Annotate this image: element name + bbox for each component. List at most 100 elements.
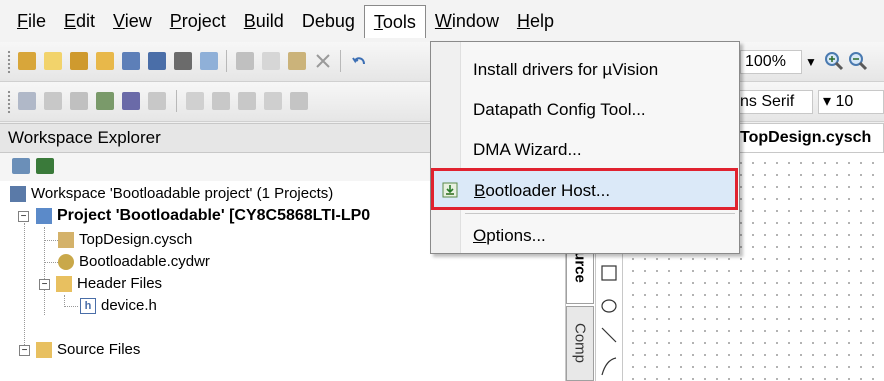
zoom-out-glyph-icon bbox=[849, 52, 868, 71]
menu-tools[interactable]: Tools bbox=[363, 5, 426, 38]
open-folder-icon[interactable] bbox=[96, 52, 114, 70]
tree-guide-line bbox=[64, 306, 78, 307]
program-icon[interactable] bbox=[96, 92, 114, 110]
delete-icon[interactable] bbox=[314, 52, 332, 70]
collapse-source-files-icon[interactable]: − bbox=[19, 345, 30, 356]
debug-icon[interactable] bbox=[70, 92, 88, 110]
workspace-icon bbox=[10, 186, 26, 202]
collapse-header-files-icon[interactable]: − bbox=[39, 279, 50, 290]
ellipse-tool-icon[interactable] bbox=[601, 299, 617, 313]
arc-tool-icon[interactable] bbox=[601, 357, 617, 376]
tree-guide-line bbox=[64, 295, 65, 305]
flip-icon[interactable] bbox=[290, 92, 308, 110]
paste-icon[interactable] bbox=[288, 52, 306, 70]
build-icon[interactable] bbox=[44, 92, 62, 110]
delete-glyph-icon bbox=[316, 54, 330, 68]
menu-debug[interactable]: Debug bbox=[293, 5, 364, 37]
tab-topdesign[interactable]: TopDesign.cysch bbox=[735, 123, 884, 153]
copy-icon[interactable] bbox=[262, 52, 280, 70]
tree-file-topdesign[interactable]: TopDesign.cysch bbox=[58, 229, 192, 251]
menu-edit-label: dit bbox=[76, 11, 96, 31]
menu-item-bootloader-host[interactable]: Bootloader Host... bbox=[433, 170, 737, 210]
zoom-dropdown-arrow-icon[interactable]: ▼ bbox=[805, 50, 819, 74]
bootloader-host-label: ootloader Host... bbox=[485, 181, 611, 200]
topdesign-file-label: TopDesign.cysch bbox=[79, 231, 193, 248]
menu-view-accel: V bbox=[113, 11, 125, 31]
open-project-icon[interactable] bbox=[70, 52, 88, 70]
group-icon[interactable] bbox=[238, 92, 256, 110]
tree-workspace-root[interactable]: Workspace 'Bootloadable project' (1 Proj… bbox=[10, 183, 333, 205]
menu-project-label: roject bbox=[181, 11, 226, 31]
project-label: Project 'Bootloadable' [CY8C5868LTI-LP0 bbox=[57, 207, 371, 224]
bootloader-host-icon bbox=[442, 182, 458, 198]
menu-project[interactable]: Project bbox=[161, 5, 235, 37]
new-file-icon[interactable] bbox=[44, 52, 62, 70]
cydwr-file-label: Bootloadable.cydwr bbox=[79, 253, 210, 270]
menu-help[interactable]: Help bbox=[508, 5, 563, 37]
tree-view-icon[interactable] bbox=[12, 158, 30, 174]
component-icon[interactable] bbox=[18, 92, 36, 110]
menu-item-options[interactable]: Options... bbox=[433, 216, 737, 256]
menu-edit[interactable]: Edit bbox=[55, 5, 104, 37]
toolbar-grip[interactable] bbox=[7, 90, 11, 114]
options-accel: O bbox=[473, 226, 487, 245]
menu-view[interactable]: View bbox=[104, 5, 161, 37]
document-tab-label: TopDesign.cysch bbox=[740, 129, 872, 146]
new-project-icon[interactable] bbox=[18, 52, 36, 70]
menu-build-accel: B bbox=[243, 11, 256, 31]
zoom-out-icon[interactable] bbox=[848, 51, 868, 71]
tree-file-device-h[interactable]: h device.h bbox=[80, 295, 157, 317]
menu-item-dma-wizard[interactable]: DMA Wizard... bbox=[433, 130, 737, 170]
menu-debug-accel: g bbox=[344, 11, 355, 31]
tools-menu-dropdown: Install drivers for µVision Datapath Con… bbox=[430, 41, 740, 254]
font-family-select[interactable]: ns Serif bbox=[735, 90, 813, 114]
align-icon[interactable] bbox=[186, 92, 204, 110]
clean-icon[interactable] bbox=[148, 92, 166, 110]
menu-separator bbox=[465, 213, 735, 214]
menu-project-accel: P bbox=[169, 11, 182, 31]
menu-item-datapath-config[interactable]: Datapath Config Tool... bbox=[433, 90, 737, 130]
tree-project[interactable]: Project 'Bootloadable' [CY8C5868LTI-LP0 bbox=[36, 205, 370, 227]
refresh-icon[interactable] bbox=[36, 158, 54, 174]
zoom-value: 100% bbox=[745, 53, 786, 70]
font-size-value: 10 bbox=[835, 93, 854, 110]
menu-help-accel: H bbox=[516, 11, 530, 31]
zoom-in-icon[interactable] bbox=[824, 51, 844, 71]
print-icon[interactable] bbox=[174, 52, 192, 70]
toolbar-grip[interactable] bbox=[7, 50, 11, 74]
menu-file[interactable]: File bbox=[8, 5, 55, 37]
font-size-select[interactable]: ▾ 10 bbox=[818, 90, 884, 114]
save-icon[interactable] bbox=[122, 52, 140, 70]
menu-build-label: uild bbox=[255, 11, 284, 31]
tree-folder-header-files[interactable]: Header Files bbox=[56, 273, 162, 295]
header-file-icon: h bbox=[80, 298, 96, 314]
rotate-icon[interactable] bbox=[264, 92, 282, 110]
toolbar-separator bbox=[176, 90, 177, 112]
device-h-label: device.h bbox=[101, 297, 157, 314]
distribute-icon[interactable] bbox=[212, 92, 230, 110]
collapse-project-icon[interactable]: − bbox=[18, 211, 29, 222]
undo-icon[interactable] bbox=[350, 52, 368, 70]
menu-file-label: ile bbox=[28, 11, 47, 31]
zoom-in-glyph-icon bbox=[825, 52, 844, 71]
save-all-icon[interactable] bbox=[148, 52, 166, 70]
schematic-icon bbox=[58, 232, 74, 248]
zoom-select[interactable]: 100% bbox=[740, 50, 802, 74]
install-drivers-label: Install drivers for µVision bbox=[473, 60, 659, 79]
menu-item-install-drivers[interactable]: Install drivers for µVision bbox=[433, 50, 737, 90]
menu-file-accel: F bbox=[17, 11, 28, 31]
menu-debug-label: Debu bbox=[301, 11, 345, 31]
tree-guide-line bbox=[44, 262, 58, 263]
chip-icon[interactable] bbox=[122, 92, 140, 110]
line-tool-icon[interactable] bbox=[601, 327, 617, 343]
tree-file-cydwr[interactable]: Bootloadable.cydwr bbox=[58, 251, 210, 273]
options-label: ptions... bbox=[486, 226, 546, 245]
toolbar-separator bbox=[340, 50, 341, 72]
menu-build[interactable]: Build bbox=[235, 5, 293, 37]
cut-icon[interactable] bbox=[236, 52, 254, 70]
print-preview-icon[interactable] bbox=[200, 52, 218, 70]
menu-window[interactable]: Window bbox=[426, 5, 508, 37]
tab-components[interactable]: Comp bbox=[566, 306, 594, 381]
tree-folder-source-files[interactable]: Source Files bbox=[36, 339, 140, 361]
rectangle-tool-icon[interactable] bbox=[601, 265, 617, 281]
